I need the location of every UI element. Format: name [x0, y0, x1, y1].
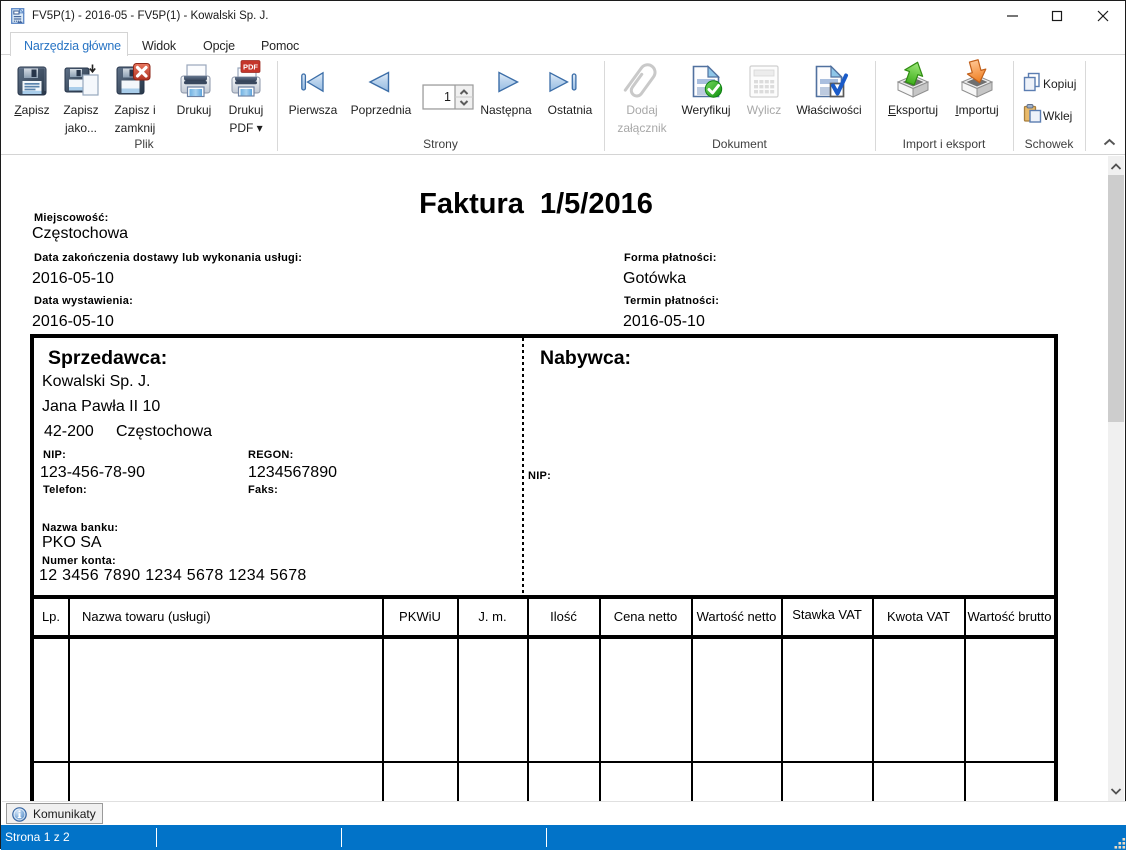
svg-text:1: 1: [444, 90, 451, 104]
svg-text:PDF: PDF: [243, 63, 258, 72]
